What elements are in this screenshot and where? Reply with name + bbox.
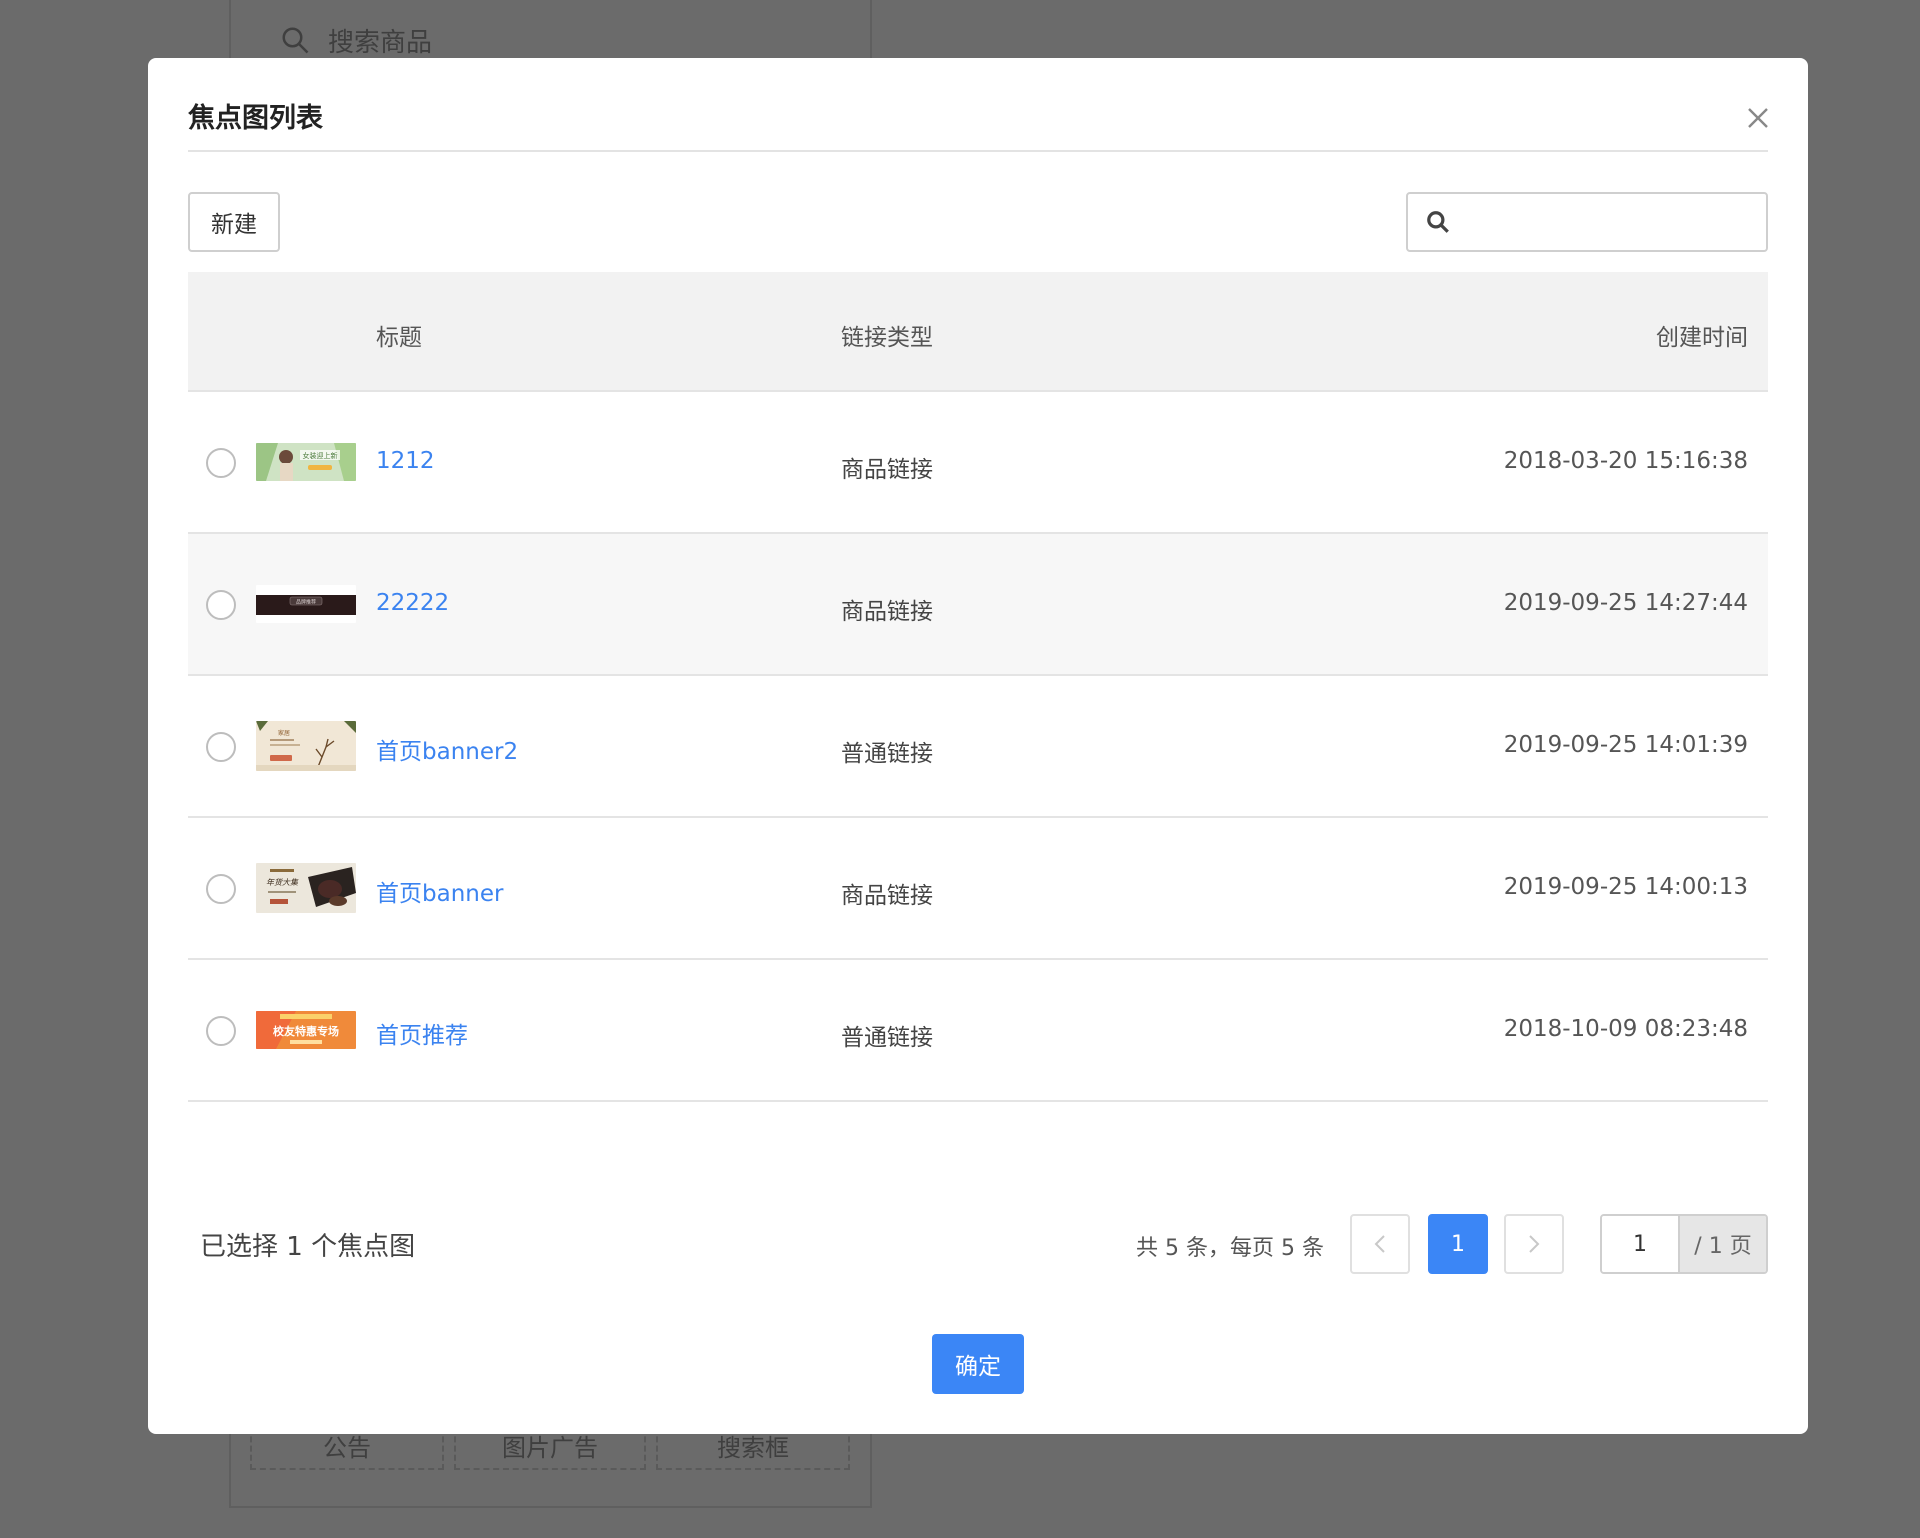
selected-count-text: 已选择 1 个焦点图 xyxy=(200,1232,416,1262)
banner-thumbnail: 校友特惠专场 xyxy=(256,1011,356,1049)
banner-thumbnail: 女装迎上新 xyxy=(256,443,356,481)
svg-text:家居: 家居 xyxy=(278,729,290,737)
prev-page-button[interactable] xyxy=(1350,1214,1410,1274)
focus-image-list-modal: 焦点图列表 新建 标题 链接类型 创建时间 女装迎上新 1212 商品链接 20… xyxy=(148,58,1808,1434)
column-header-created-at: 创建时间 xyxy=(1656,325,1748,351)
svg-text:年货大集: 年货大集 xyxy=(266,878,299,887)
close-button[interactable] xyxy=(1738,98,1778,138)
row-title-link[interactable]: 1212 xyxy=(376,448,435,474)
svg-text:女装迎上新: 女装迎上新 xyxy=(303,451,338,460)
svg-text:品牌推荐: 品牌推荐 xyxy=(296,599,316,606)
focus-image-table: 标题 链接类型 创建时间 女装迎上新 1212 商品链接 2018-03-20 … xyxy=(188,272,1768,1102)
row-title-link[interactable]: 22222 xyxy=(376,590,449,616)
chevron-right-icon xyxy=(1529,1235,1540,1253)
title-divider xyxy=(188,150,1768,152)
banner-thumbnail: 品牌推荐 xyxy=(256,585,356,623)
next-page-button[interactable] xyxy=(1504,1214,1564,1274)
row-radio[interactable] xyxy=(206,448,236,478)
row-title-link[interactable]: 首页banner xyxy=(376,874,503,908)
row-created-at: 2019-09-25 14:27:44 xyxy=(1503,590,1748,616)
search-icon xyxy=(282,27,309,54)
table-row[interactable]: 年货大集 首页banner 商品链接 2019-09-25 14:00:13 xyxy=(188,818,1768,960)
row-title-link[interactable]: 首页banner2 xyxy=(376,732,518,766)
row-radio[interactable] xyxy=(206,1016,236,1046)
column-header-title: 标题 xyxy=(376,325,422,351)
row-radio[interactable] xyxy=(206,590,236,620)
page-jump: / 1 页 xyxy=(1600,1214,1768,1274)
table-row[interactable]: 女装迎上新 1212 商品链接 2018-03-20 15:16:38 xyxy=(188,392,1768,534)
column-header-link-type: 链接类型 xyxy=(841,325,933,351)
new-button[interactable]: 新建 xyxy=(188,192,280,252)
modal-title: 焦点图列表 xyxy=(188,103,323,134)
table-header: 标题 链接类型 创建时间 xyxy=(188,272,1768,392)
row-created-at: 2018-03-20 15:16:38 xyxy=(1503,448,1748,474)
page-jump-input[interactable] xyxy=(1602,1216,1680,1272)
row-created-at: 2019-09-25 14:01:39 xyxy=(1503,732,1748,758)
row-created-at: 2019-09-25 14:00:13 xyxy=(1503,874,1748,900)
search-icon xyxy=(1408,209,1468,235)
close-icon xyxy=(1748,108,1768,128)
table-row[interactable]: 品牌推荐 22222 商品链接 2019-09-25 14:27:44 xyxy=(188,534,1768,676)
search-field[interactable] xyxy=(1406,192,1768,252)
row-radio[interactable] xyxy=(206,874,236,904)
background-search: 搜索商品 xyxy=(280,18,432,62)
row-link-type: 普通链接 xyxy=(841,741,933,767)
banner-thumbnail: 年货大集 xyxy=(256,863,356,913)
row-created-at: 2018-10-09 08:23:48 xyxy=(1503,1016,1748,1042)
table-row[interactable]: 校友特惠专场 首页推荐 普通链接 2018-10-09 08:23:48 xyxy=(188,960,1768,1102)
row-link-type: 商品链接 xyxy=(841,457,933,483)
row-radio[interactable] xyxy=(206,732,236,762)
confirm-button[interactable]: 确定 xyxy=(932,1334,1024,1394)
row-link-type: 商品链接 xyxy=(841,599,933,625)
table-row[interactable]: 家居 首页banner2 普通链接 2019-09-25 14:01:39 xyxy=(188,676,1768,818)
row-title-link[interactable]: 首页推荐 xyxy=(376,1016,468,1050)
banner-thumbnail: 家居 xyxy=(256,721,356,771)
page-number-button[interactable]: 1 xyxy=(1428,1214,1488,1274)
row-link-type: 普通链接 xyxy=(841,1025,933,1051)
pagination-total-text: 共 5 条，每页 5 条 xyxy=(1136,1236,1324,1261)
svg-text:校友特惠专场: 校友特惠专场 xyxy=(273,1024,339,1038)
search-input[interactable] xyxy=(1468,194,1766,250)
chevron-left-icon xyxy=(1374,1235,1385,1253)
page-total-text: / 1 页 xyxy=(1680,1216,1766,1272)
row-link-type: 商品链接 xyxy=(841,883,933,909)
background-search-placeholder: 搜索商品 xyxy=(328,27,433,58)
